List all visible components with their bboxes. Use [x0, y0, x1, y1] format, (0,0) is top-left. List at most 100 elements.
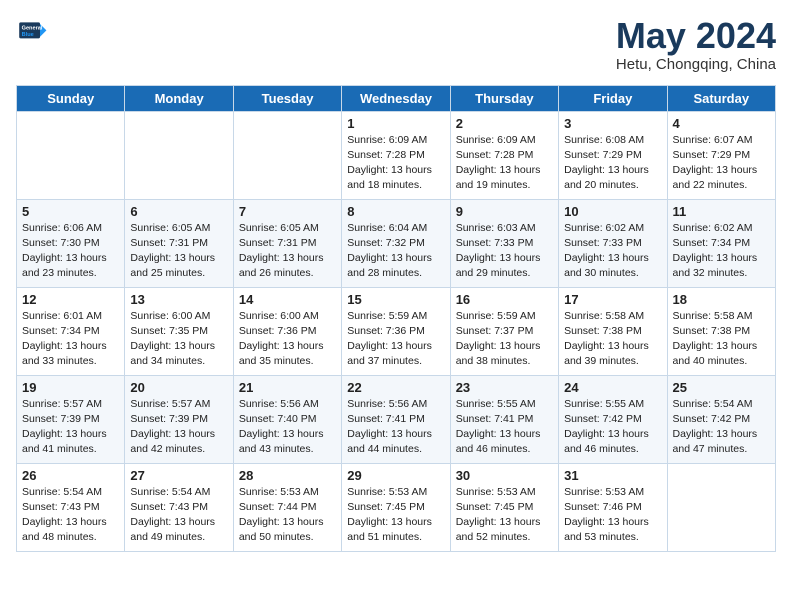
col-thursday: Thursday [450, 85, 558, 111]
day-number: 5 [22, 204, 119, 219]
calendar-cell: 24 Sunrise: 5:55 AM Sunset: 7:42 PM Dayli… [559, 375, 667, 463]
day-number: 14 [239, 292, 336, 307]
day-info: Sunrise: 5:53 AM Sunset: 7:46 PM Dayligh… [564, 485, 661, 546]
day-number: 23 [456, 380, 553, 395]
day-info: Sunrise: 5:57 AM Sunset: 7:39 PM Dayligh… [22, 397, 119, 458]
calendar-cell: 22 Sunrise: 5:56 AM Sunset: 7:41 PM Dayli… [342, 375, 450, 463]
day-number: 6 [130, 204, 227, 219]
day-number: 18 [673, 292, 770, 307]
day-info: Sunrise: 5:58 AM Sunset: 7:38 PM Dayligh… [673, 309, 770, 370]
day-info: Sunrise: 6:04 AM Sunset: 7:32 PM Dayligh… [347, 221, 444, 282]
day-number: 4 [673, 116, 770, 131]
day-info: Sunrise: 6:03 AM Sunset: 7:33 PM Dayligh… [456, 221, 553, 282]
day-info: Sunrise: 5:54 AM Sunset: 7:43 PM Dayligh… [130, 485, 227, 546]
day-info: Sunrise: 5:54 AM Sunset: 7:42 PM Dayligh… [673, 397, 770, 458]
calendar-cell: 4 Sunrise: 6:07 AM Sunset: 7:29 PM Daylig… [667, 111, 775, 199]
calendar-cell: 13 Sunrise: 6:00 AM Sunset: 7:35 PM Dayli… [125, 287, 233, 375]
title-block: May 2024 Hetu, Chongqing, China [616, 16, 776, 73]
day-info: Sunrise: 5:54 AM Sunset: 7:43 PM Dayligh… [22, 485, 119, 546]
week-row-5: 26Sunrise: 5:54 AM Sunset: 7:43 PM Dayli… [17, 463, 776, 551]
week-row-2: 5 Sunrise: 6:06 AM Sunset: 7:30 PM Daylig… [17, 199, 776, 287]
day-info: Sunrise: 6:05 AM Sunset: 7:31 PM Dayligh… [239, 221, 336, 282]
day-info: Sunrise: 5:55 AM Sunset: 7:42 PM Dayligh… [564, 397, 661, 458]
svg-text:Blue: Blue [22, 32, 34, 38]
day-number: 29 [347, 468, 444, 483]
calendar-cell: 5 Sunrise: 6:06 AM Sunset: 7:30 PM Daylig… [17, 199, 125, 287]
day-info: Sunrise: 5:58 AM Sunset: 7:38 PM Dayligh… [564, 309, 661, 370]
col-sunday: Sunday [17, 85, 125, 111]
day-number: 22 [347, 380, 444, 395]
calendar-cell: 2Sunrise: 6:09 AM Sunset: 7:28 PM Daylig… [450, 111, 558, 199]
calendar-cell: 27 Sunrise: 5:54 AM Sunset: 7:43 PM Dayli… [125, 463, 233, 551]
col-wednesday: Wednesday [342, 85, 450, 111]
day-info: Sunrise: 6:07 AM Sunset: 7:29 PM Dayligh… [673, 133, 770, 194]
calendar-cell: 16 Sunrise: 5:59 AM Sunset: 7:37 PM Dayli… [450, 287, 558, 375]
day-number: 28 [239, 468, 336, 483]
month-title: May 2024 [616, 16, 776, 56]
day-number: 7 [239, 204, 336, 219]
calendar-cell: 23 Sunrise: 5:55 AM Sunset: 7:41 PM Dayli… [450, 375, 558, 463]
calendar-cell: 31 Sunrise: 5:53 AM Sunset: 7:46 PM Dayli… [559, 463, 667, 551]
calendar-cell: 26Sunrise: 5:54 AM Sunset: 7:43 PM Dayli… [17, 463, 125, 551]
calendar-cell [125, 111, 233, 199]
day-number: 17 [564, 292, 661, 307]
day-number: 31 [564, 468, 661, 483]
day-number: 16 [456, 292, 553, 307]
day-number: 19 [22, 380, 119, 395]
day-info: Sunrise: 5:53 AM Sunset: 7:44 PM Dayligh… [239, 485, 336, 546]
header-row: Sunday Monday Tuesday Wednesday Thursday… [17, 85, 776, 111]
day-number: 11 [673, 204, 770, 219]
day-number: 24 [564, 380, 661, 395]
calendar-cell [233, 111, 341, 199]
week-row-4: 19 Sunrise: 5:57 AM Sunset: 7:39 PM Dayli… [17, 375, 776, 463]
calendar-cell: 30Sunrise: 5:53 AM Sunset: 7:45 PM Dayli… [450, 463, 558, 551]
day-number: 20 [130, 380, 227, 395]
day-info: Sunrise: 5:59 AM Sunset: 7:36 PM Dayligh… [347, 309, 444, 370]
day-info: Sunrise: 5:53 AM Sunset: 7:45 PM Dayligh… [347, 485, 444, 546]
col-tuesday: Tuesday [233, 85, 341, 111]
day-number: 27 [130, 468, 227, 483]
day-number: 15 [347, 292, 444, 307]
day-number: 12 [22, 292, 119, 307]
day-number: 10 [564, 204, 661, 219]
day-info: Sunrise: 6:01 AM Sunset: 7:34 PM Dayligh… [22, 309, 119, 370]
day-info: Sunrise: 6:08 AM Sunset: 7:29 PM Dayligh… [564, 133, 661, 194]
day-info: Sunrise: 5:59 AM Sunset: 7:37 PM Dayligh… [456, 309, 553, 370]
day-info: Sunrise: 6:06 AM Sunset: 7:30 PM Dayligh… [22, 221, 119, 282]
calendar-cell: 25 Sunrise: 5:54 AM Sunset: 7:42 PM Dayli… [667, 375, 775, 463]
day-number: 1 [347, 116, 444, 131]
calendar-cell: 14Sunrise: 6:00 AM Sunset: 7:36 PM Dayli… [233, 287, 341, 375]
calendar-cell: 18 Sunrise: 5:58 AM Sunset: 7:38 PM Dayli… [667, 287, 775, 375]
day-info: Sunrise: 6:09 AM Sunset: 7:28 PM Dayligh… [456, 133, 553, 194]
calendar-cell: 20Sunrise: 5:57 AM Sunset: 7:39 PM Dayli… [125, 375, 233, 463]
calendar-cell: 11 Sunrise: 6:02 AM Sunset: 7:34 PM Dayli… [667, 199, 775, 287]
calendar-cell: 15 Sunrise: 5:59 AM Sunset: 7:36 PM Dayli… [342, 287, 450, 375]
day-info: Sunrise: 6:02 AM Sunset: 7:34 PM Dayligh… [673, 221, 770, 282]
day-info: Sunrise: 5:55 AM Sunset: 7:41 PM Dayligh… [456, 397, 553, 458]
day-info: Sunrise: 6:09 AM Sunset: 7:28 PM Dayligh… [347, 133, 444, 194]
col-monday: Monday [125, 85, 233, 111]
calendar-cell: 21Sunrise: 5:56 AM Sunset: 7:40 PM Dayli… [233, 375, 341, 463]
calendar-cell: 1 Sunrise: 6:09 AM Sunset: 7:28 PM Daylig… [342, 111, 450, 199]
day-info: Sunrise: 6:00 AM Sunset: 7:35 PM Dayligh… [130, 309, 227, 370]
day-number: 3 [564, 116, 661, 131]
day-info: Sunrise: 6:05 AM Sunset: 7:31 PM Dayligh… [130, 221, 227, 282]
col-saturday: Saturday [667, 85, 775, 111]
col-friday: Friday [559, 85, 667, 111]
day-info: Sunrise: 6:02 AM Sunset: 7:33 PM Dayligh… [564, 221, 661, 282]
day-info: Sunrise: 5:56 AM Sunset: 7:41 PM Dayligh… [347, 397, 444, 458]
day-number: 13 [130, 292, 227, 307]
day-number: 25 [673, 380, 770, 395]
day-number: 30 [456, 468, 553, 483]
calendar-cell: 7 Sunrise: 6:05 AM Sunset: 7:31 PM Daylig… [233, 199, 341, 287]
calendar-cell: 12 Sunrise: 6:01 AM Sunset: 7:34 PM Dayli… [17, 287, 125, 375]
day-number: 8 [347, 204, 444, 219]
calendar-cell: 10 Sunrise: 6:02 AM Sunset: 7:33 PM Dayli… [559, 199, 667, 287]
calendar-cell: 8 Sunrise: 6:04 AM Sunset: 7:32 PM Daylig… [342, 199, 450, 287]
calendar-cell: 19 Sunrise: 5:57 AM Sunset: 7:39 PM Dayli… [17, 375, 125, 463]
svg-text:General: General [22, 26, 43, 32]
calendar-cell: 28 Sunrise: 5:53 AM Sunset: 7:44 PM Dayli… [233, 463, 341, 551]
week-row-3: 12 Sunrise: 6:01 AM Sunset: 7:34 PM Dayli… [17, 287, 776, 375]
calendar-cell: 3 Sunrise: 6:08 AM Sunset: 7:29 PM Daylig… [559, 111, 667, 199]
calendar-cell: 17 Sunrise: 5:58 AM Sunset: 7:38 PM Dayli… [559, 287, 667, 375]
